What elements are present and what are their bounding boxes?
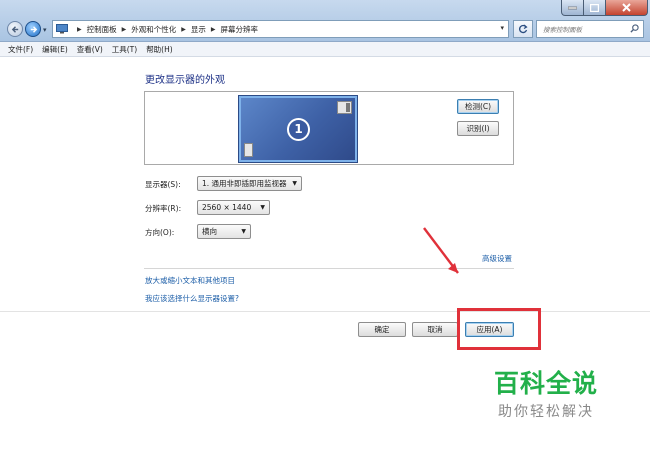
minimize-icon	[568, 6, 577, 9]
breadcrumb-separator-icon: ▶	[210, 25, 216, 33]
menu-help[interactable]: 帮助(H)	[146, 44, 173, 55]
cancel-button[interactable]: 取消	[412, 322, 458, 337]
which-settings-link[interactable]: 我应该选择什么显示器设置?	[145, 293, 239, 304]
resolution-select-value: 2560 × 1440	[202, 203, 252, 212]
annotation-arrow-icon	[423, 227, 459, 274]
footer-divider	[0, 311, 650, 312]
page-title: 更改显示器的外观	[145, 75, 225, 86]
breadcrumb-screen-resolution[interactable]: 屏幕分辨率	[221, 24, 259, 35]
orientation-select[interactable]: 横向 ▼	[197, 224, 251, 239]
display-select-value: 1. 通用非即插即用监视器	[202, 179, 287, 188]
resolution-label: 分辨率(R):	[145, 204, 182, 213]
forward-arrow-icon	[30, 26, 38, 33]
annotation-highlight-box	[457, 308, 541, 350]
menu-tools[interactable]: 工具(T)	[112, 44, 137, 55]
close-button[interactable]	[606, 0, 648, 16]
identify-button[interactable]: 识别(I)	[457, 121, 499, 136]
control-panel-icon	[56, 24, 68, 34]
breadcrumb-display[interactable]: 显示	[191, 24, 206, 35]
maximize-icon	[590, 3, 599, 12]
orientation-label: 方向(O):	[145, 228, 175, 237]
display-select[interactable]: 1. 通用非即插即用监视器 ▼	[197, 176, 302, 191]
chevron-down-icon: ▼	[260, 204, 265, 211]
breadcrumb-separator-icon: ▶	[77, 25, 82, 33]
breadcrumb-separator-icon: ▶	[121, 25, 127, 33]
refresh-button[interactable]	[513, 20, 533, 38]
watermark-subtitle: 助你轻松解决	[498, 404, 594, 420]
forward-button[interactable]	[25, 21, 41, 37]
back-arrow-icon	[11, 26, 19, 33]
ok-button[interactable]: 确定	[358, 322, 406, 337]
address-dropdown-icon[interactable]: ▾	[500, 24, 504, 32]
watermark: 百科全说 助你轻松解决	[484, 370, 608, 421]
menu-file[interactable]: 文件(F)	[8, 44, 33, 55]
window-controls	[561, 0, 648, 16]
back-button[interactable]	[7, 21, 23, 37]
detect-button[interactable]: 检测(C)	[457, 99, 499, 114]
menu-view[interactable]: 查看(V)	[77, 44, 103, 55]
window-chrome: ▾ ▶ 控制面板 ▶ 外观和个性化 ▶ 显示 ▶ 屏幕分辨率 ▾	[0, 0, 650, 42]
refresh-icon	[519, 24, 528, 34]
search-box[interactable]	[536, 20, 644, 38]
menu-bar: 文件(F) 编辑(E) 查看(V) 工具(T) 帮助(H)	[0, 42, 650, 57]
chevron-down-icon: ▼	[292, 180, 297, 187]
watermark-title: 百科全说	[493, 369, 598, 398]
breadcrumb-separator-icon: ▶	[181, 25, 186, 33]
monitor-number-badge: 1	[287, 118, 310, 141]
text-size-link[interactable]: 放大或缩小文本和其他项目	[145, 275, 235, 286]
chevron-down-icon: ▼	[241, 228, 246, 235]
window-thumbnail-icon	[337, 101, 352, 114]
display-label: 显示器(S):	[145, 180, 181, 189]
breadcrumb-control-panel[interactable]: 控制面板	[87, 24, 117, 35]
advanced-settings-link[interactable]: 高级设置	[482, 253, 512, 264]
search-input[interactable]	[541, 22, 629, 37]
menu-edit[interactable]: 编辑(E)	[42, 44, 68, 55]
search-icon[interactable]	[630, 24, 639, 33]
address-bar[interactable]: ▶ 控制面板 ▶ 外观和个性化 ▶ 显示 ▶ 屏幕分辨率 ▾	[52, 20, 509, 38]
window-thumbnail-icon	[244, 143, 253, 157]
breadcrumb-appearance[interactable]: 外观和个性化	[131, 24, 176, 35]
resolution-select[interactable]: 2560 × 1440 ▼	[197, 200, 270, 215]
monitor-1-tile[interactable]: 1	[238, 95, 358, 163]
close-icon	[622, 3, 631, 12]
minimize-button[interactable]	[561, 0, 584, 16]
orientation-select-value: 横向	[202, 227, 217, 236]
maximize-button[interactable]	[584, 0, 606, 16]
recent-pages-dropdown-icon[interactable]: ▾	[43, 26, 51, 34]
